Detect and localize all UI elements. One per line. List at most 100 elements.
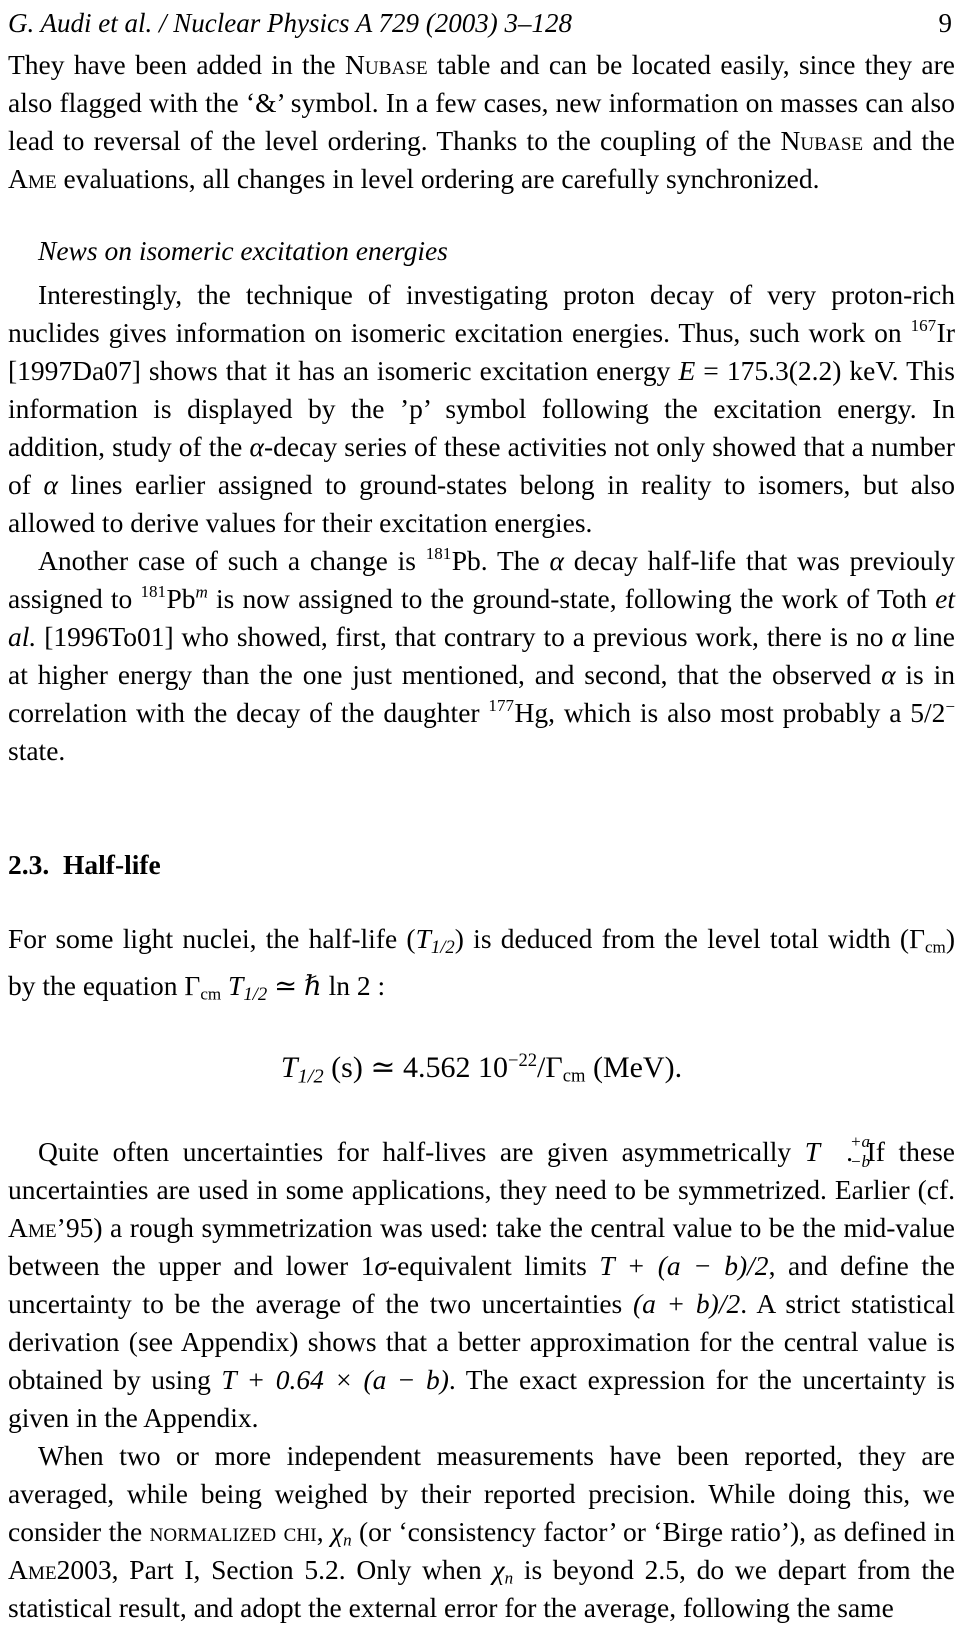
symbol-gamma-cm: Γcm: [909, 923, 946, 957]
paragraph-normalized-chi: When two or more independent measurement…: [8, 1437, 955, 1627]
text-segment: ,: [316, 1516, 331, 1548]
expression-central-value: T + (a − b)/2: [599, 1250, 769, 1282]
variable-T: T: [415, 923, 431, 954]
inline-equation-gamma-T: Γcm T1/2 ≃ ℏ ln 2 :: [184, 970, 386, 1005]
body-text-column: They have been added in the Nubase table…: [8, 46, 955, 1627]
text-segment: [1997Da07] shows that it has an isomeric…: [8, 355, 679, 386]
approx-sign: ≃: [370, 1051, 396, 1085]
text-segment: ≃ ℏ ln 2 :: [267, 970, 386, 1002]
section-heading-half-life: 2.3. Half-life: [8, 846, 955, 884]
greek-gamma: Γ: [909, 923, 925, 954]
text-segment: 2003, Part I, Section 5.2. Only when: [56, 1554, 493, 1586]
nuclide-pb181: 181Pb: [426, 545, 481, 576]
lower-uncertainty: −b: [850, 1151, 871, 1171]
symbol-T-asymmetric: T +a −b: [804, 1132, 870, 1170]
symbol-T-half: T1/2: [415, 923, 455, 958]
subheading-news-isomeric: News on isomeric excitation energies: [38, 235, 448, 266]
acronym-ame: Ame: [8, 1554, 57, 1586]
acronym-nubase: Nubase: [780, 125, 864, 156]
symbol-alpha: α: [549, 545, 564, 576]
subscript-one-half: 1/2: [297, 1066, 324, 1089]
mass-number: 177: [488, 696, 514, 716]
paragraph-asymmetric-uncertainties: Quite often uncertainties for half-lives…: [8, 1132, 955, 1437]
variable-E: E: [678, 355, 696, 386]
element-symbol: Ir: [936, 317, 955, 348]
unit-mev: (MeV).: [592, 1051, 683, 1085]
stacked-uncertainty: +a −b: [820, 1132, 870, 1170]
unit-seconds: (s): [331, 1051, 363, 1085]
variable-T: T: [804, 1136, 821, 1168]
greek-chi: χ: [330, 1516, 344, 1548]
symbol-chi-n: χn: [330, 1516, 352, 1550]
subscript-cm: cm: [200, 984, 222, 1004]
acronym-ame: Ame: [8, 163, 57, 194]
paragraph-nubase-flags: They have been added in the Nubase table…: [8, 46, 955, 198]
text-segment: Quite often uncertainties for half-lives…: [38, 1136, 805, 1168]
greek-chi: χ: [492, 1554, 505, 1586]
symbol-alpha: α: [249, 431, 264, 462]
running-head: G. Audi et al. / Nuclear Physics A 729 (…: [8, 6, 952, 40]
symbol-alpha: α: [43, 469, 58, 500]
mass-number: 181: [140, 582, 166, 602]
paragraph-half-life-definition: For some light nuclei, the half-life (T1…: [8, 920, 955, 1014]
document-page: G. Audi et al. / Nuclear Physics A 729 (…: [0, 0, 960, 1623]
text-segment: (or ‘consistency factor’ or ‘Birge ratio…: [351, 1516, 955, 1548]
element-symbol: Pb: [166, 583, 196, 614]
running-head-citation: G. Audi et al. / Nuclear Physics A 729 (…: [8, 8, 572, 38]
subscript-n: n: [343, 1530, 352, 1550]
expression-better-approximation: T + 0.64 × (a − b): [221, 1364, 449, 1396]
text-segment: lines earlier assigned to ground-states …: [8, 469, 955, 538]
text-segment: evaluations, all changes in level orderi…: [56, 163, 820, 194]
text-segment: . The: [480, 545, 550, 576]
mass-number: 181: [425, 544, 452, 564]
expression-average-uncertainty: (a + b)/2: [633, 1288, 741, 1320]
symbol-sigma: σ: [374, 1250, 389, 1282]
paragraph-pb181-case: Another case of such a change is 181Pb. …: [8, 542, 955, 770]
display-equation-half-life: T1/2 (s) ≃ 4.562 10−22/Γcm (MeV).: [8, 1048, 955, 1097]
symbol-T-half: T1/2: [228, 970, 267, 1005]
acronym-ame: Ame: [8, 1212, 57, 1244]
subscript-n: n: [504, 1568, 514, 1588]
variable-T: T: [280, 1051, 298, 1085]
section-title: Half-life: [63, 849, 161, 880]
variable-T: T: [228, 970, 244, 1002]
mass-number: 167: [910, 316, 937, 336]
element-symbol: Pb: [451, 545, 481, 576]
parity-minus: −: [945, 697, 955, 717]
text-segment: ) is deduced from the level total width …: [454, 923, 910, 954]
text-segment: Interestingly, the technique of investig…: [8, 279, 955, 348]
greek-gamma: Γ: [545, 1051, 563, 1085]
subscript-one-half: 1/2: [243, 984, 268, 1006]
element-symbol: Hg: [514, 697, 549, 728]
text-segment: -equivalent limits: [388, 1250, 600, 1282]
text-segment: They have been added in the: [8, 49, 345, 80]
spin-parity: , which is also most probably a 5/2−: [548, 697, 955, 728]
symbol-chi-n: χn: [492, 1554, 514, 1588]
coefficient: 4.562 10: [402, 1051, 508, 1085]
text-segment: , which is also most probably a 5/2: [548, 697, 946, 728]
symbol-T-half: T1/2: [280, 1051, 324, 1088]
equation-body: T1/2 (s) ≃ 4.562 10−22/Γcm (MeV).: [281, 1048, 682, 1097]
text-segment: For some light nuclei, the half-life (: [8, 923, 416, 954]
term-normalized-chi: normalized chi: [149, 1516, 317, 1548]
subscript-cm: cm: [925, 937, 946, 957]
paragraph-isomeric-excitation: Interestingly, the technique of investig…: [8, 276, 955, 542]
nuclide-ir167: 167Ir: [911, 317, 955, 348]
subscript-cm: cm: [562, 1066, 586, 1088]
isomer-marker: m: [195, 582, 208, 602]
text-segment: is now assigned to the ground-state, fol…: [207, 583, 936, 614]
text-segment: [1996To01] who showed, first, that contr…: [36, 621, 892, 652]
nuclide-hg177: 177Hg: [488, 697, 548, 728]
text-segment: and the: [863, 125, 955, 156]
symbol-alpha: α: [891, 621, 906, 652]
acronym-nubase: Nubase: [344, 49, 428, 80]
exponent: −22: [507, 1050, 538, 1072]
symbol-alpha: α: [881, 659, 896, 690]
nuclide-pb181m: 181Pbm: [140, 583, 207, 614]
greek-gamma: Γ: [184, 970, 201, 1002]
section-number: 2.3.: [8, 849, 50, 880]
text-segment: Another case of such a change is: [38, 545, 426, 576]
text-segment: state.: [8, 735, 66, 766]
page-number: 9: [938, 8, 953, 38]
subscript-one-half: 1/2: [430, 937, 455, 959]
